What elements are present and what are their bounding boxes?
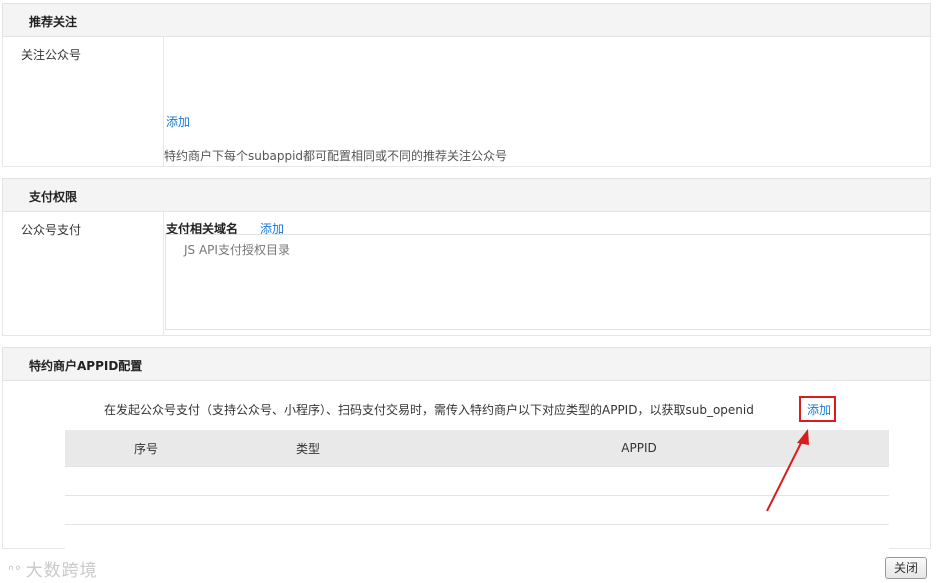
column-header-type: 类型 [227,430,389,467]
table-cell [227,466,389,496]
recommend-row: 关注公众号 添加 特约商户下每个subappid都可配置相同或不同的推荐关注公众… [2,37,931,167]
appid-section-header: 特约商户APPID配置 [2,347,931,381]
table-cell [389,524,889,553]
row-divider [163,212,164,335]
watermark-logo: ᐢᐤ 大数跨境 [8,556,98,581]
appid-section-title: 特约商户APPID配置 [29,359,143,373]
follow-account-hint: 特约商户下每个subappid都可配置相同或不同的推荐关注公众号 [164,149,508,163]
watermark-text: 大数跨境 [25,561,98,581]
close-button[interactable]: 关闭 [885,557,927,579]
annotation-highlight-box [799,396,836,422]
table-row [65,524,889,553]
column-header-index: 序号 [65,430,227,467]
add-follow-account-link[interactable]: 添加 [166,113,190,130]
recommend-section-header: 推荐关注 [2,3,931,37]
table-cell [227,524,389,553]
payment-section-header: 支付权限 [2,178,931,212]
jsapi-directory-text: JS API支付授权目录 [184,243,290,257]
table-cell [65,524,227,553]
follow-account-label: 关注公众号 [21,48,82,62]
annotation-arrow-icon [766,429,809,512]
payment-row: 公众号支付 支付相关域名 添加 JS API支付授权目录 [2,212,931,336]
recommend-section-title: 推荐关注 [29,15,78,29]
payment-domain-box: JS API支付授权目录 [165,234,931,330]
payment-section-title: 支付权限 [29,190,78,204]
official-account-payment-label: 公众号支付 [21,223,82,237]
appid-description: 在发起公众号支付（支持公众号、小程序）、扫码支付交易时，需传入特约商户以下对应类… [104,403,754,417]
table-cell [65,495,227,525]
table-cell [65,466,227,496]
watermark-icon: ᐢᐤ [8,562,22,580]
table-cell [227,495,389,525]
